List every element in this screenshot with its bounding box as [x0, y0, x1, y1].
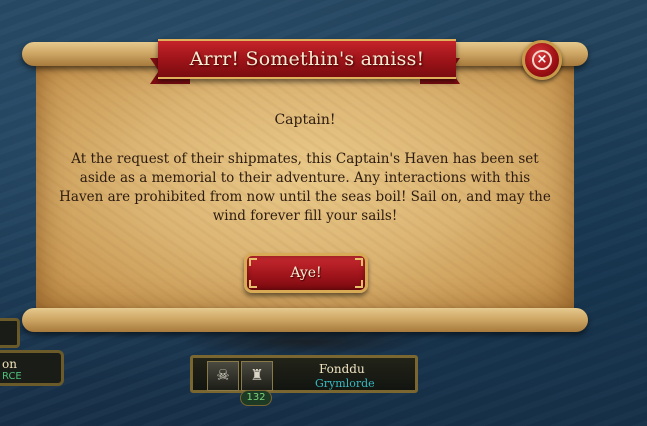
player-guild: Grymlorde: [315, 377, 375, 390]
dialog-title-banner: Arrr! Somethin's amiss!: [158, 39, 456, 79]
ship-silhouette: [180, 328, 430, 356]
dialog-heading: Captain!: [274, 112, 336, 128]
close-icon: ×: [532, 50, 552, 70]
button-corner-ornament: [249, 258, 257, 266]
button-corner-ornament: [355, 258, 363, 266]
dialog-message: At the request of their shipmates, this …: [59, 151, 551, 224]
close-button[interactable]: ×: [522, 40, 562, 80]
dialog-title: Arrr! Somethin's amiss!: [189, 48, 425, 70]
scroll-bottom-rod: [22, 308, 588, 332]
aye-button[interactable]: Aye!: [244, 253, 368, 293]
skull-icon: ☠: [207, 361, 239, 391]
button-corner-ornament: [355, 280, 363, 288]
player-name: Fonddu: [319, 362, 365, 376]
player-level-badge: 132: [240, 390, 272, 406]
left-player-tag: RCE: [2, 371, 22, 382]
aye-button-label: Aye!: [290, 265, 322, 281]
button-corner-ornament: [249, 280, 257, 288]
left-player-plate[interactable]: on RCE: [0, 350, 64, 386]
left-hud-tab: [0, 318, 20, 348]
pirate-icon: ♜: [241, 361, 273, 391]
player-nameplate[interactable]: ☠ ♜ Fonddu Grymlorde: [190, 355, 418, 393]
left-player-name: on: [2, 357, 17, 371]
